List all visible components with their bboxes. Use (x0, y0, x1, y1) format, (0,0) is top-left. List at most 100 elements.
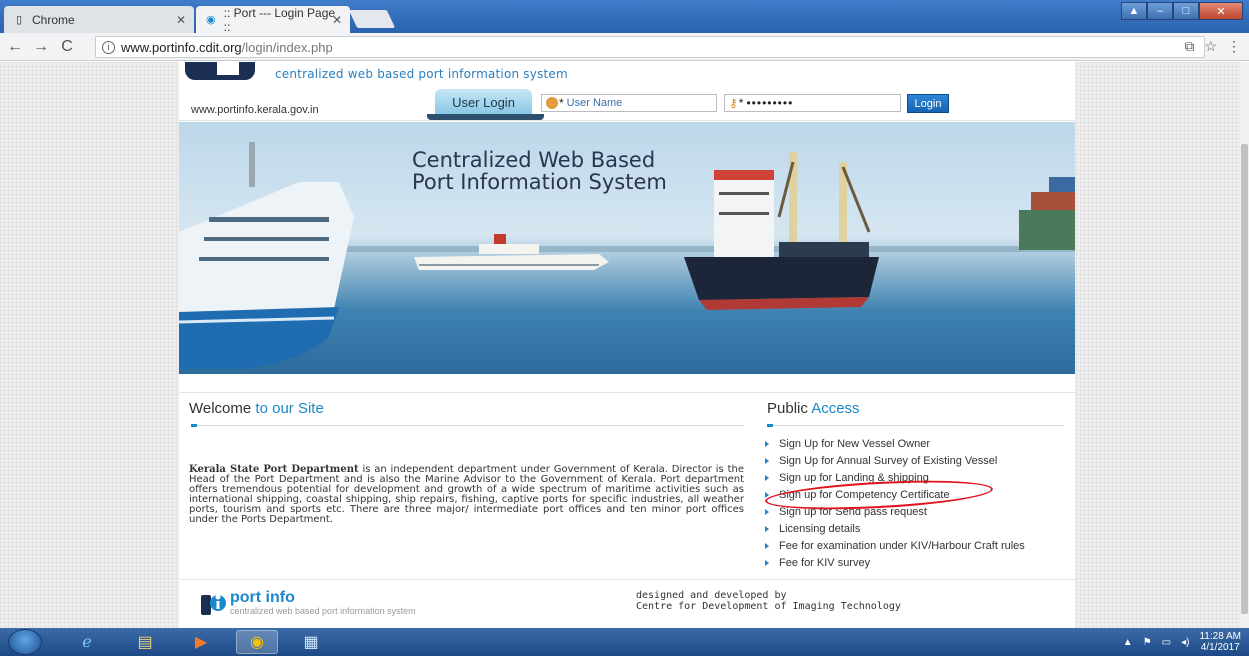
arrow-bullet-icon (765, 542, 769, 549)
port-info-logo-icon (201, 594, 226, 615)
header-divider (179, 120, 1075, 121)
minimize-button[interactable]: – (1147, 2, 1173, 20)
system-tray: ▲ ⚑ ▭ ◂) 11:28 AM 4/1/2017 (1123, 631, 1241, 653)
public-access-list: Sign Up for New Vessel Owner Sign Up for… (765, 435, 1025, 571)
back-icon[interactable]: ← (4, 38, 26, 56)
close-window-button[interactable]: ✕ (1199, 2, 1243, 20)
welcome-body: is an independent department under Gover… (189, 464, 744, 525)
username-placeholder: User Name (566, 97, 623, 109)
access-link-label: Sign Up for New Vessel Owner (779, 437, 931, 450)
access-link-label: Sign up for Send pass request (779, 505, 927, 518)
address-bar-row: ← → C i www.portinfo.cdit.org/login/inde… (0, 33, 1249, 61)
port-favicon-icon: ◉ (206, 14, 216, 26)
tab-port-login[interactable]: ◉ :: Port --- Login Page :: ✕ (196, 5, 350, 34)
bookmark-star-icon[interactable]: ☆ (1204, 38, 1217, 55)
public-access-rule (767, 424, 1064, 427)
translate-icon[interactable]: ⧉ (1184, 38, 1194, 55)
reload-icon[interactable]: C (56, 38, 78, 56)
windows-taskbar: ℯ ▤ ▶ ◉ ▦ ▲ ⚑ ▭ ◂) 11:28 AM 4/1/2017 (0, 628, 1249, 656)
footer-brand: port info (230, 589, 295, 606)
page-viewport: centralized web based port information s… (0, 62, 1240, 628)
arrow-bullet-icon (765, 474, 769, 481)
welcome-heading-plain: Welcome (189, 400, 252, 417)
login-button[interactable]: Login (907, 94, 949, 113)
tab-label: Chrome (32, 12, 75, 27)
arrow-bullet-icon (765, 491, 769, 498)
close-icon[interactable]: ✕ (332, 13, 342, 27)
tab-label: :: Port --- Login Page :: (223, 5, 336, 34)
chrome-taskbar-icon[interactable]: ◉ (236, 630, 278, 654)
user-icon[interactable]: ▲ (1121, 2, 1147, 20)
taskbar-clock[interactable]: 11:28 AM 4/1/2017 (1199, 631, 1241, 653)
site-footer: port info centralized web based port inf… (179, 579, 1075, 620)
key-icon: ⚷ (729, 96, 738, 110)
access-link-label: Fee for KIV survey (779, 556, 871, 569)
public-access-heading: Public Access (767, 400, 860, 417)
start-button[interactable] (8, 629, 42, 655)
username-field[interactable]: * User Name (541, 94, 717, 112)
required-star: * (738, 96, 744, 110)
site-tagline: centralized web based port information s… (275, 67, 568, 81)
access-link-landing-shipping[interactable]: Sign up for Landing & shipping (765, 469, 1025, 486)
public-access-heading-plain: Public (767, 400, 808, 417)
network-icon[interactable]: ▭ (1162, 637, 1171, 648)
tray-expand-icon[interactable]: ▲ (1123, 637, 1133, 648)
url-path: /login/index.php (241, 39, 333, 55)
password-field[interactable]: ⚷ * ••••••••• (724, 94, 901, 112)
close-icon[interactable]: ✕ (176, 13, 186, 27)
banner-title: Centralized Web Based Port Information S… (412, 149, 667, 193)
arrow-bullet-icon (765, 457, 769, 464)
hero-banner: Centralized Web Based Port Information S… (179, 122, 1075, 374)
url-input[interactable]: i www.portinfo.cdit.org/login/index.php (95, 36, 1205, 58)
user-login-tab: User Login (435, 89, 532, 115)
forward-icon[interactable]: → (30, 38, 52, 56)
footer-brand-sub: centralized web based port information s… (230, 606, 416, 616)
gov-site-link[interactable]: www.portinfo.kerala.gov.in (191, 104, 319, 116)
access-link-label: Sign up for Competency Certificate (779, 488, 950, 501)
site-logo-icon (185, 62, 255, 80)
password-value: ••••••••• (746, 96, 794, 110)
remote-desktop-icon[interactable]: ▦ (290, 630, 332, 654)
access-link-licensing-details[interactable]: Licensing details (765, 520, 1025, 537)
footer-credit: designed and developed by Centre for Dev… (636, 590, 901, 612)
access-link-new-vessel-owner[interactable]: Sign Up for New Vessel Owner (765, 435, 1025, 452)
clock-time: 11:28 AM (1199, 631, 1241, 642)
access-link-label: Licensing details (779, 522, 861, 535)
action-center-icon[interactable]: ⚑ (1143, 637, 1152, 648)
arrow-bullet-icon (765, 559, 769, 566)
maximize-button[interactable]: □ (1173, 2, 1199, 20)
access-link-label: Sign up for Landing & shipping (779, 471, 929, 484)
volume-icon[interactable]: ◂) (1181, 637, 1189, 648)
welcome-heading-accent: to our Site (255, 400, 324, 417)
access-link-annual-survey[interactable]: Sign Up for Annual Survey of Existing Ve… (765, 452, 1025, 469)
menu-icon[interactable]: ⋮ (1227, 38, 1241, 55)
new-tab-button[interactable] (348, 10, 396, 28)
credit-line1: designed and developed by (636, 590, 787, 601)
media-player-icon[interactable]: ▶ (180, 630, 222, 654)
site-container: centralized web based port information s… (179, 62, 1075, 628)
window-controls: ▲ – □ ✕ (1121, 2, 1243, 20)
info-icon[interactable]: i (102, 40, 115, 54)
access-link-fee-kiv-survey[interactable]: Fee for KIV survey (765, 554, 1025, 571)
page-scrollbar[interactable] (1240, 62, 1249, 628)
credit-line2: Centre for Development of Imaging Techno… (636, 601, 901, 612)
url-host: www.portinfo.cdit.org (121, 39, 242, 55)
file-explorer-icon[interactable]: ▤ (124, 630, 166, 654)
welcome-heading: Welcome to our Site (189, 400, 324, 417)
banner-title-line1: Centralized Web Based (412, 148, 656, 172)
banner-title-line2: Port Information System (412, 170, 667, 194)
arrow-bullet-icon (765, 525, 769, 532)
required-star: * (559, 96, 564, 110)
tab-chrome[interactable]: ▯ Chrome ✕ (4, 6, 194, 33)
access-link-label: Fee for examination under KIV/Harbour Cr… (779, 539, 1025, 552)
access-link-send-pass-request[interactable]: Sign up for Send pass request (765, 503, 1025, 520)
internet-explorer-icon[interactable]: ℯ (66, 630, 108, 654)
scrollbar-thumb[interactable] (1241, 144, 1248, 614)
arrow-bullet-icon (765, 440, 769, 447)
page-icon: ▯ (15, 14, 23, 26)
access-link-label: Sign Up for Annual Survey of Existing Ve… (779, 454, 998, 467)
arrow-bullet-icon (765, 508, 769, 515)
browser-tab-strip: ▯ Chrome ✕ ◉ :: Port --- Login Page :: ✕… (0, 0, 1249, 34)
access-link-competency-certificate[interactable]: Sign up for Competency Certificate (765, 486, 1025, 503)
access-link-fee-examination[interactable]: Fee for examination under KIV/Harbour Cr… (765, 537, 1025, 554)
